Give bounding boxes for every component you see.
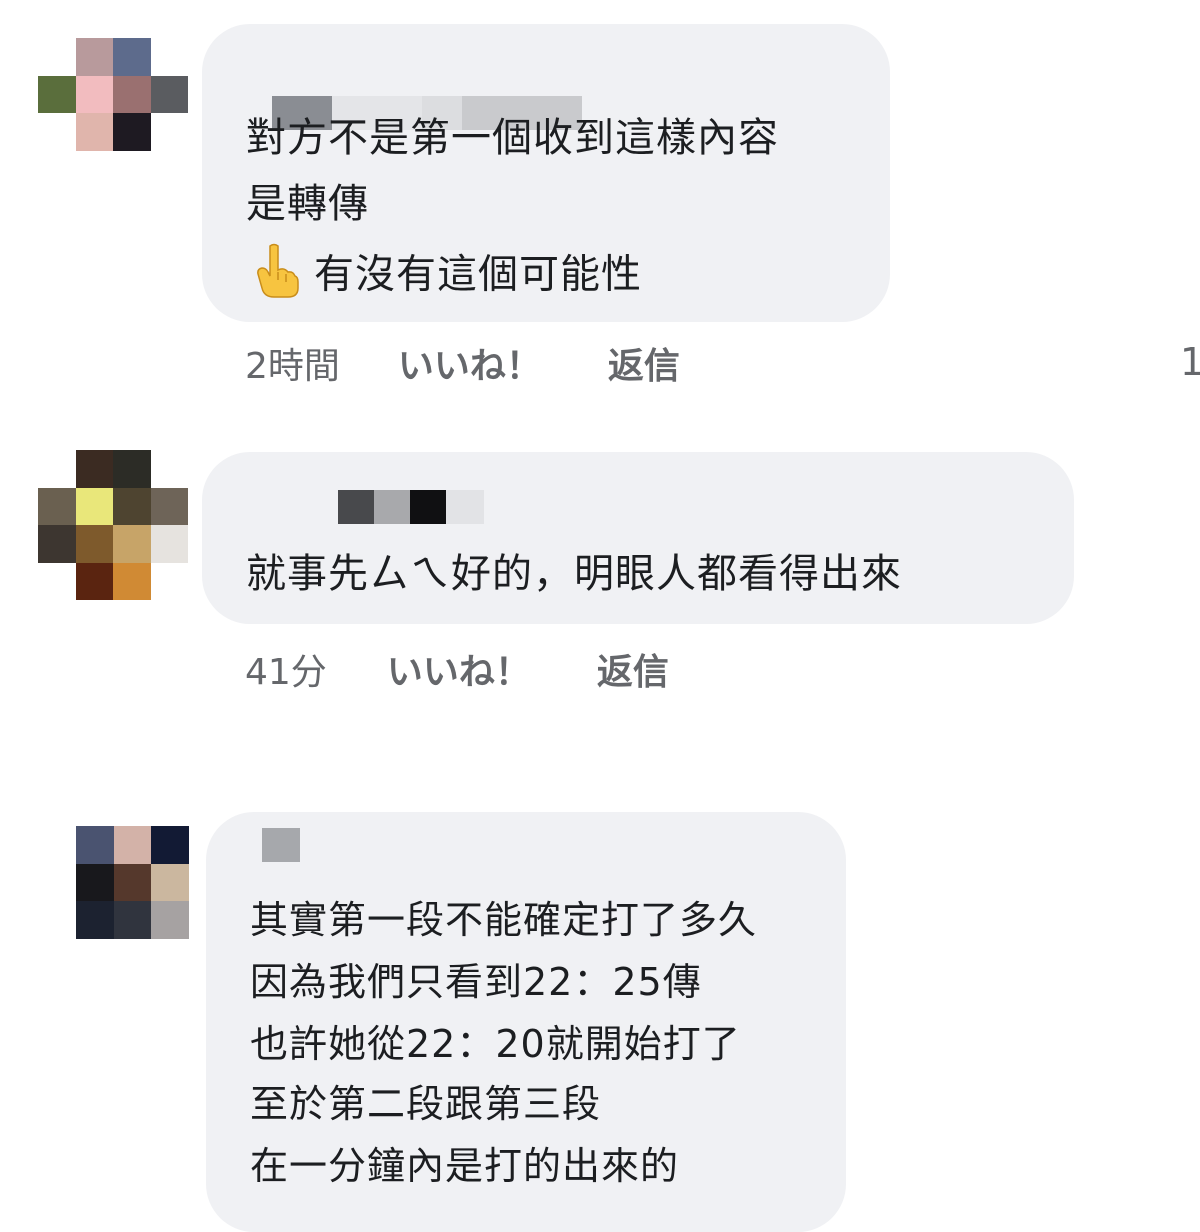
comment-text-line: 就事先ㄙㄟ好的，明眼人都看得出來: [246, 551, 902, 597]
like-button[interactable]: いいね！: [387, 643, 531, 695]
comment-actions: 2時間 いいね！ 返信: [245, 338, 680, 388]
author-name-redacted[interactable]: [300, 490, 484, 524]
timestamp[interactable]: 2時間: [245, 337, 340, 389]
avatar[interactable]: [38, 38, 188, 188]
comment-bubble: 對方不是第一個收到這樣內容 是轉傳 有沒有這個可能性: [202, 24, 890, 322]
avatar[interactable]: [38, 450, 188, 600]
comment-text-line: 是轉傳: [246, 181, 369, 227]
reply-button[interactable]: 返信: [608, 337, 680, 389]
comment-text-line: 在一分鐘內是打的出來的: [250, 1144, 680, 1188]
comment-actions: 41分 いいね！ 返信: [245, 644, 669, 694]
reply-button[interactable]: 返信: [597, 643, 669, 695]
comment-text-line: 至於第二段跟第三段: [250, 1082, 602, 1126]
like-button[interactable]: いいね！: [398, 337, 542, 389]
reaction-count[interactable]: 1: [1180, 340, 1200, 384]
comment-bubble: 就事先ㄙㄟ好的，明眼人都看得出來: [202, 452, 1074, 624]
comment-text-line: 也許她從22：20就開始打了: [250, 1022, 741, 1066]
comment-text-line: 其實第一段不能確定打了多久: [250, 898, 758, 942]
timestamp[interactable]: 41分: [245, 643, 327, 695]
comment-text-line: 有沒有這個可能性: [252, 242, 642, 311]
pointing-up-hand-icon: [252, 242, 300, 311]
comment-text-line: 有沒有這個可能性: [314, 251, 642, 298]
author-name-redacted[interactable]: [262, 828, 440, 862]
avatar[interactable]: [76, 826, 226, 976]
comment-bubble: 其實第一段不能確定打了多久 因為我們只看到22：25傳 也許她從22：20就開始…: [206, 812, 846, 1232]
comment-text-line: 對方不是第一個收到這樣內容: [246, 115, 779, 161]
comment-text-line: 因為我們只看到22：25傳: [250, 960, 702, 1004]
